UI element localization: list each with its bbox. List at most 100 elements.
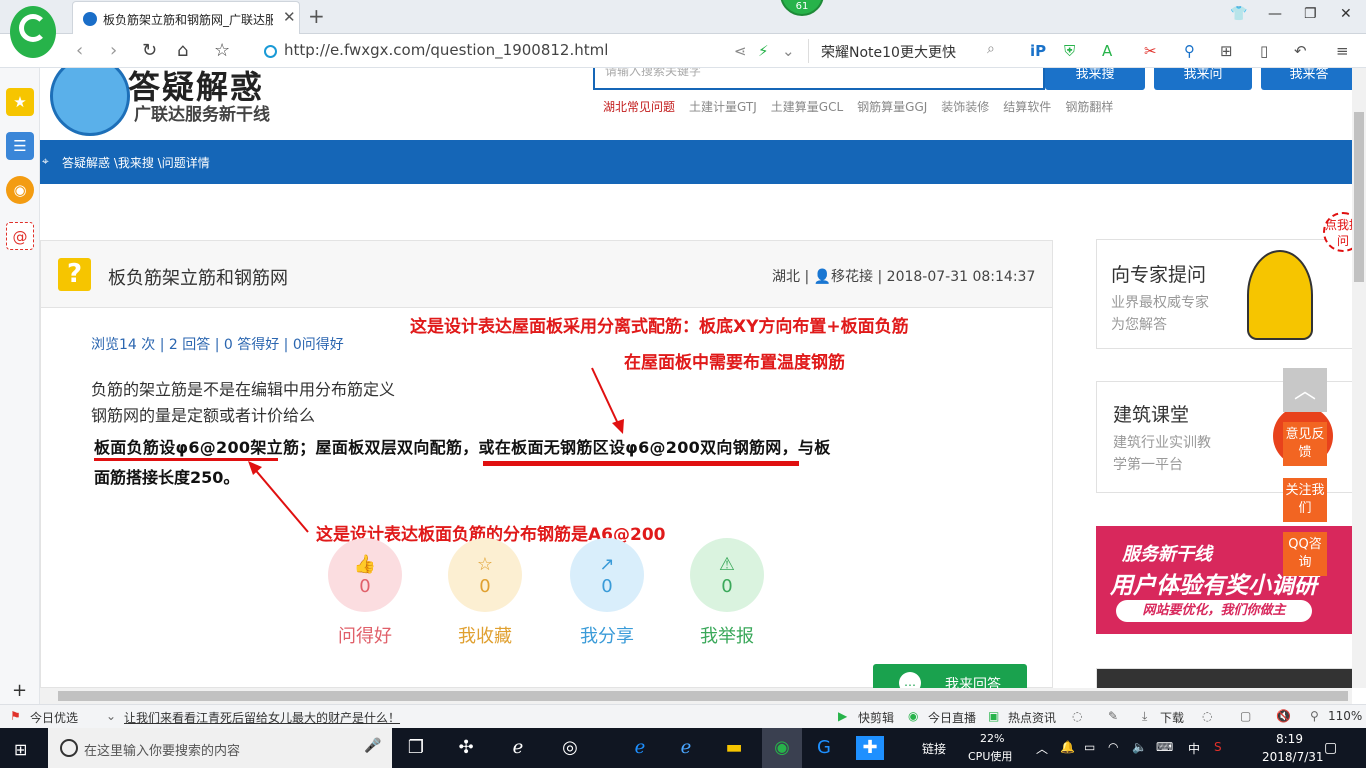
expert-card[interactable]: 向专家提问 业界最权威专家 为您解答 点我提问 (1096, 212, 1352, 349)
back-icon[interactable]: ‹ (76, 40, 83, 61)
share-icon[interactable]: ⋖ (734, 42, 747, 60)
task-view-icon[interactable]: ❐ (402, 736, 430, 760)
tab-close-icon[interactable]: ✕ (283, 8, 296, 26)
chevron-down-icon[interactable]: ⌄ (782, 42, 795, 60)
volume-icon[interactable]: 🔈 (1132, 740, 1147, 754)
home-icon[interactable]: ⌂ (177, 40, 188, 61)
clock-time[interactable]: 8:19 (1276, 732, 1303, 746)
zoom-level[interactable]: 110% (1328, 709, 1362, 723)
ie-app-icon[interactable]: ℯ (504, 736, 532, 760)
url-field[interactable]: http://e.fwxgx.com/question_1900812.html (284, 41, 608, 59)
action-ask-good-label[interactable]: 问得好 (315, 622, 415, 648)
link-hubei[interactable]: 湖北常见问题 (603, 100, 675, 114)
browser-taskbar-icon[interactable]: ◉ (762, 728, 802, 768)
ime-indicator[interactable]: 中 (1188, 740, 1200, 757)
fan-app-icon[interactable]: ✣ (452, 736, 480, 760)
restore-icon[interactable]: ❐ (1304, 6, 1317, 22)
minimize-icon[interactable]: — (1268, 6, 1282, 22)
windows-start-icon[interactable]: ⊞ (14, 740, 27, 759)
bell-icon[interactable]: 🔔 (1060, 740, 1075, 754)
new-tab-icon[interactable]: + (308, 4, 325, 28)
action-collect-label[interactable]: 我收藏 (435, 622, 535, 648)
link-gtj[interactable]: 土建计量GTJ (689, 100, 757, 114)
favorite-star-icon[interactable]: ☆ (214, 40, 230, 61)
taskbar-search[interactable]: 在这里输入你要搜索的内容 🎤 (48, 728, 392, 768)
window-close-icon[interactable]: ✕ (1340, 6, 1352, 22)
refresh-icon[interactable]: ↻ (142, 40, 157, 61)
undo-icon[interactable]: ↶ (1294, 42, 1307, 60)
sidebar-add-icon[interactable]: + (12, 680, 27, 701)
action-collect[interactable]: ☆ 0 (448, 538, 522, 612)
email-icon[interactable]: @ (6, 222, 34, 250)
keyboard-icon[interactable]: ⌨ (1156, 740, 1173, 754)
forward-icon[interactable]: › (110, 40, 117, 61)
vertical-scroll-thumb[interactable] (1354, 112, 1364, 282)
link-rebar[interactable]: 钢筋翻样 (1065, 100, 1113, 114)
qq-button[interactable]: QQ咨询 (1283, 532, 1327, 576)
action-report[interactable]: ⚠ 0 (690, 538, 764, 612)
sync-icon[interactable]: ◌ (1202, 709, 1212, 723)
tools-icon[interactable]: ✎ (1108, 709, 1118, 723)
plus-app-icon[interactable]: ✚ (856, 736, 884, 760)
today-picks[interactable]: 今日优选 (30, 709, 78, 726)
action-share[interactable]: ↗ 0 (570, 538, 644, 612)
status-item-live[interactable]: 今日直播 (928, 709, 976, 726)
link-decoration[interactable]: 装饰装修 (941, 100, 989, 114)
chevron-up-icon[interactable]: ︿ (1036, 740, 1048, 757)
reader-icon[interactable]: ▯ (1260, 42, 1268, 60)
browser-tab[interactable]: 板负筋架立筋和钢筋网_广联达服 ✕ (72, 1, 300, 34)
follow-button[interactable]: 关注我们 (1283, 478, 1327, 522)
speed-icon[interactable]: ◌ (1072, 709, 1082, 723)
edge-icon[interactable]: ℯ (626, 736, 654, 760)
search-icon[interactable]: ⌕ (987, 41, 995, 57)
magnifier-icon[interactable]: ⚲ (1184, 42, 1195, 60)
site-info-icon[interactable] (264, 45, 277, 58)
question-stats[interactable]: 浏览14 次 | 2 回答 | 0 答得好 | 0问得好 (91, 334, 344, 354)
ie-icon[interactable]: ℯ (672, 736, 700, 760)
shield-icon[interactable]: ⛨ (1064, 42, 1075, 60)
status-item-clip[interactable]: 快剪辑 (858, 709, 894, 726)
news-link[interactable]: 让我们来看看江青死后留给女儿最大的财产是什么！ (124, 709, 400, 726)
link-label[interactable]: 链接 (922, 740, 946, 757)
menu-icon[interactable]: ≡ (1336, 42, 1349, 60)
sogou-icon[interactable]: S (1214, 740, 1222, 754)
wifi-icon[interactable]: ◠ (1108, 740, 1118, 754)
site-search-input[interactable]: 请输入搜索关键字 (593, 68, 1045, 90)
microphone-icon[interactable]: 🎤 (364, 738, 381, 754)
translate-icon[interactable]: A (1102, 42, 1112, 60)
horizontal-scroll-thumb[interactable] (58, 691, 1348, 701)
answer-header-button[interactable]: 我来答 (1261, 68, 1352, 90)
lightning-icon[interactable]: ⚡ (758, 42, 769, 60)
battery-icon[interactable]: ▭ (1084, 740, 1095, 754)
link-ggj[interactable]: 钢筋算量GGJ (857, 100, 927, 114)
news-list-icon[interactable]: ☰ (6, 132, 34, 160)
link-settlement[interactable]: 结算软件 (1003, 100, 1051, 114)
ask-button[interactable]: 我来问 (1154, 68, 1252, 90)
mute-icon[interactable]: 🔇 (1276, 709, 1291, 723)
scissors-icon[interactable]: ✂ (1144, 42, 1157, 60)
browser-logo-icon[interactable] (10, 6, 56, 58)
clock-date[interactable]: 2018/7/31 (1262, 750, 1324, 764)
next-card[interactable] (1096, 668, 1352, 688)
glodon-icon[interactable]: G (810, 736, 838, 760)
favorites-star-icon[interactable]: ★ (6, 88, 34, 116)
action-center-icon[interactable]: ▢ (1324, 740, 1337, 756)
action-ask-good[interactable]: 👍 0 (328, 538, 402, 612)
feedback-button[interactable]: 意见反馈 (1283, 422, 1327, 466)
status-item-download[interactable]: 下载 (1160, 709, 1184, 726)
breadcrumb[interactable]: 答疑解惑 \我来搜 \问题详情 (62, 154, 210, 171)
answer-button[interactable]: … 我来回答 (873, 664, 1027, 688)
ip-icon[interactable]: iP (1030, 42, 1046, 60)
folder-icon[interactable]: ▬ (720, 736, 748, 760)
apps-icon[interactable]: ⊞ (1220, 42, 1233, 60)
browser-search-box[interactable]: 荣耀Note10更大更快 ⌕ (808, 39, 1008, 63)
action-report-label[interactable]: 我举报 (677, 622, 777, 648)
back-to-top-icon[interactable]: ︿ (1283, 368, 1327, 412)
status-item-news[interactable]: 热点资讯 (1008, 709, 1056, 726)
action-share-label[interactable]: 我分享 (557, 622, 657, 648)
360-app-icon[interactable]: ◎ (556, 736, 584, 760)
window-icon[interactable]: ▢ (1240, 709, 1251, 723)
link-gcl[interactable]: 土建算量GCL (771, 100, 843, 114)
weibo-icon[interactable]: ◉ (6, 176, 34, 204)
shirt-icon[interactable]: 👕 (1230, 6, 1247, 22)
